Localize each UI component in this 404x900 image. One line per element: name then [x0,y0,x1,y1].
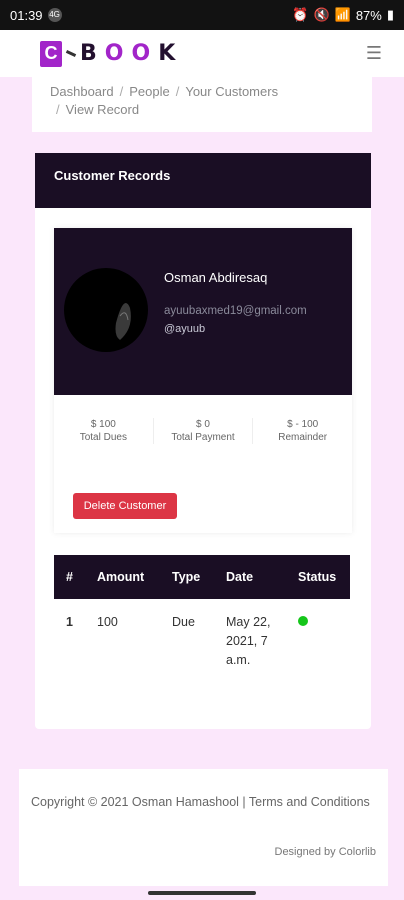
header-date: Date [226,570,254,584]
status-time: 01:39 [10,7,43,23]
header-type: Type [172,570,201,584]
brand-c-letter: C [40,40,62,67]
row-amount: 100 [97,615,118,629]
breadcrumb-dashboard[interactable]: Dashboard [50,84,114,99]
stat-value: $ 100 [90,419,116,430]
row-date: May 22, 2021, 7 a.m. [226,615,271,667]
header-status: Status [298,570,337,584]
avatar [64,268,148,352]
breadcrumb-separator: / [175,84,180,99]
alarm-icon: ⏰ [292,7,309,22]
profile-header: Osman Abdiresaq ayuubaxmed19@gmail.com @… [54,228,352,395]
footer-copyright: Copyright © 2021 Osman Hamashool | Terms… [31,795,370,809]
records-table: # Amount Type Date Status 1 100 Due May … [54,555,350,670]
row-status [286,599,350,670]
battery-level: 87% [355,7,382,23]
sim-badge: 4G [47,8,62,22]
brand-text: BOOK [80,41,184,66]
stat-label: Remainder [278,432,328,443]
customer-name: Osman Abdiresaq [164,270,268,285]
customer-handle: @ayuub [164,323,206,335]
header-number: # [66,570,73,584]
profile-card: Osman Abdiresaq ayuubaxmed19@gmail.com @… [54,228,352,533]
breadcrumb-separator: / [56,102,60,117]
stat-label: Total Payment [171,432,235,443]
table-row: 1 100 Due May 22, 2021, 7 a.m. [54,599,350,670]
stats-row: $ 100 Total Dues $ 0 Total Payment $ - 1… [54,418,352,444]
stat-remainder: $ - 100 Remainder [253,418,352,444]
breadcrumb: Dashboard / People / Your Customers / View Re… [32,77,372,132]
stat-value: $ 0 [196,419,210,430]
stat-total-dues: $ 100 Total Dues [54,418,154,444]
battery-icon: ▮ [386,7,394,22]
card-title: Customer Records [35,153,371,208]
wifi-icon: 📶 [334,7,351,22]
mute-icon: 🔇 [313,7,330,22]
footer: Copyright © 2021 Osman Hamashool | Terms… [19,769,388,886]
brand-logo[interactable]: C BOOK [40,40,184,67]
breadcrumb-your-customers[interactable]: Your Customers [185,84,278,99]
stat-total-payment: $ 0 Total Payment [154,418,254,444]
customer-email: ayuubaxmed19@gmail.com [164,305,307,317]
header-amount: Amount [97,570,145,584]
stat-label: Total Dues [79,432,127,443]
row-number: 1 [66,615,73,629]
navbar: C BOOK ☰ [0,30,404,77]
delete-customer-button[interactable]: Delete Customer [73,493,177,519]
home-indicator[interactable] [148,891,256,895]
breadcrumb-current: View Record [65,102,140,117]
footer-designed-by[interactable]: Designed by Colorlib [275,843,377,862]
row-type: Due [172,615,195,629]
table-header-row: # Amount Type Date Status [54,555,350,599]
stat-value: $ - 100 [287,419,319,430]
customer-records-card: Customer Records Osman Abdiresaq ayuubax… [35,153,371,729]
status-bar: 01:39 4G ⏰ 🔇 📶 87% ▮ [0,0,404,30]
breadcrumb-people[interactable]: People [129,84,169,99]
breadcrumb-separator: / [119,84,124,99]
menu-icon[interactable]: ☰ [366,43,382,64]
status-dot [298,616,308,626]
brand-dash [65,50,77,57]
